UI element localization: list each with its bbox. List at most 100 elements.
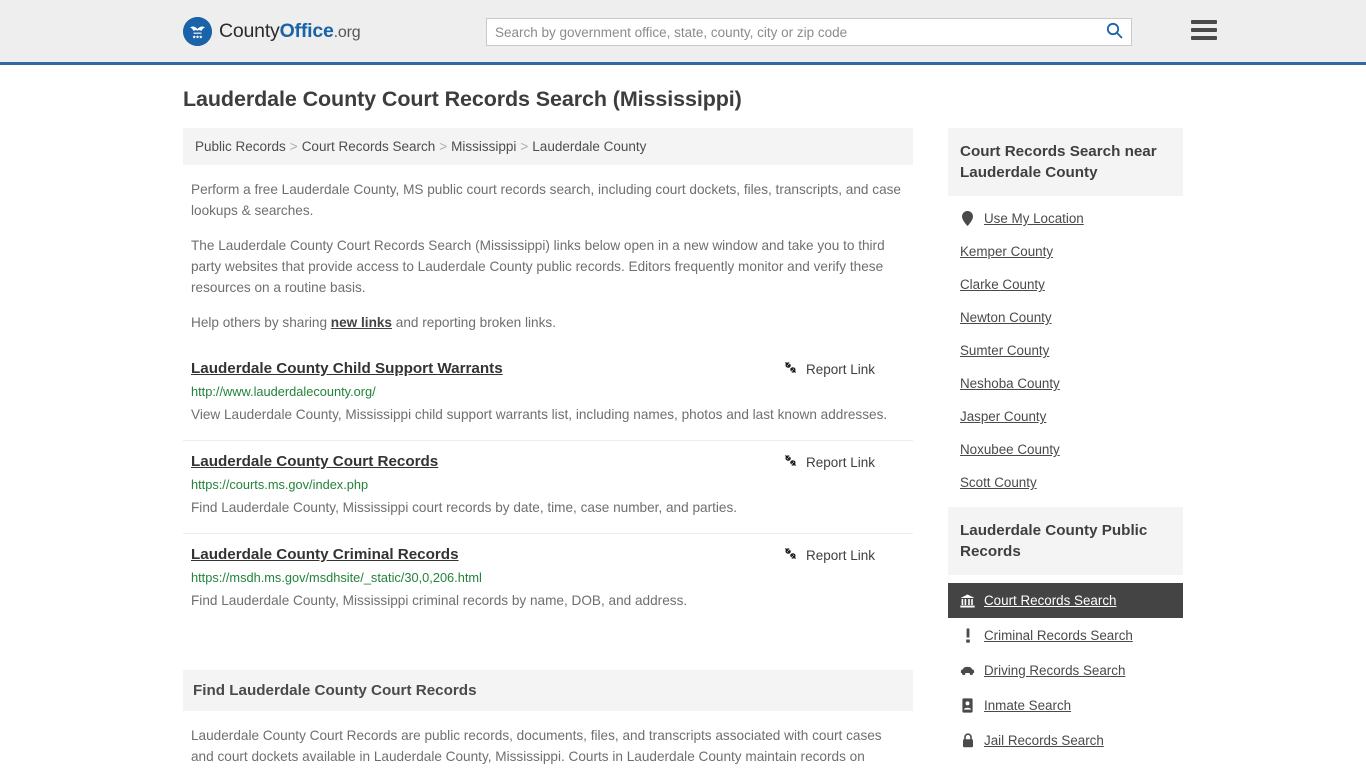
main-column: Public Records > Court Records Search > Miss…: [183, 128, 913, 768]
public-records-list: Court Records Search Criminal Records Se…: [948, 575, 1183, 758]
car-icon: [960, 665, 975, 676]
find-records-section: Find Lauderdale County Court Records Lau…: [183, 670, 913, 768]
result-item: Lauderdale County Child Support Warrants…: [183, 359, 913, 440]
result-header: Lauderdale County Criminal Records Repor…: [191, 545, 913, 565]
report-link-button[interactable]: Report Link: [783, 546, 913, 564]
breadcrumb-separator: >: [439, 139, 448, 154]
search-input[interactable]: [487, 19, 1097, 45]
breadcrumb-item-public-records[interactable]: Public Records: [195, 139, 286, 154]
sidebar-item-label[interactable]: Use My Location: [984, 211, 1084, 226]
intro-text: Perform a free Lauderdale County, MS pub…: [183, 179, 913, 333]
page-content: Lauderdale County Court Records Search (…: [183, 65, 1183, 768]
sidebar-item-sumter-county[interactable]: Sumter County: [948, 334, 1183, 367]
result-item: Lauderdale County Court Records Report L…: [183, 440, 913, 533]
exclamation-icon: [960, 628, 975, 643]
sidebar-item-label[interactable]: Court Records Search: [984, 593, 1116, 608]
search-icon: [1106, 22, 1123, 42]
broken-link-icon: [783, 453, 798, 471]
sidebar-item-clarke-county[interactable]: Clarke County: [948, 268, 1183, 301]
sidebar-item-jasper-county[interactable]: Jasper County: [948, 400, 1183, 433]
result-url: https://msdh.ms.gov/msdhsite/_static/30,…: [191, 570, 482, 585]
report-link-button[interactable]: Report Link: [783, 453, 913, 471]
site-logo[interactable]: CountyOffice.org: [183, 16, 361, 46]
sidebar-item-label[interactable]: Jail Records Search: [984, 733, 1104, 748]
result-url: http://www.lauderdalecounty.org/: [191, 384, 376, 399]
content-columns: Public Records > Court Records Search > Miss…: [183, 128, 1183, 768]
results-list: Lauderdale County Child Support Warrants…: [183, 359, 913, 626]
result-title-link[interactable]: Lauderdale County Criminal Records: [191, 545, 459, 565]
sidebar-item-criminal-records-search[interactable]: Criminal Records Search: [948, 618, 1183, 653]
sidebar-item-inmate-search[interactable]: Inmate Search: [948, 688, 1183, 723]
sidebar-item-label[interactable]: Scott County: [960, 475, 1037, 490]
hamburger-menu-icon[interactable]: [1191, 20, 1217, 40]
result-description: Find Lauderdale County, Mississippi cour…: [191, 500, 738, 515]
courthouse-icon: [960, 594, 975, 608]
broken-link-icon: [783, 360, 798, 378]
public-records-heading: Lauderdale County Public Records: [948, 507, 1183, 575]
result-header: Lauderdale County Court Records Report L…: [191, 452, 913, 472]
sidebar-item-label[interactable]: Jasper County: [960, 409, 1046, 424]
share-text-before: Help others by sharing: [191, 315, 331, 330]
breadcrumb: Public Records > Court Records Search > Miss…: [183, 128, 913, 165]
intro-paragraph-1: Perform a free Lauderdale County, MS pub…: [191, 182, 901, 218]
share-text-after: and reporting broken links.: [392, 315, 556, 330]
nearby-county-list: Use My Location Kemper County Clarke Cou…: [948, 196, 1183, 499]
sidebar-item-label[interactable]: Noxubee County: [960, 442, 1060, 457]
breadcrumb-separator: >: [289, 139, 298, 154]
nearby-search-card: Court Records Search near Lauderdale Cou…: [948, 128, 1183, 499]
public-records-card: Lauderdale County Public Records Court R…: [948, 507, 1183, 758]
sidebar-item-label[interactable]: Kemper County: [960, 244, 1053, 259]
sidebar-item-use-my-location[interactable]: Use My Location: [948, 202, 1183, 235]
sidebar-item-scott-county[interactable]: Scott County: [948, 466, 1183, 499]
logo-wordmark: CountyOffice.org: [219, 19, 361, 43]
sidebar-item-newton-county[interactable]: Newton County: [948, 301, 1183, 334]
logo-text-office: Office: [279, 19, 334, 42]
breadcrumb-item-mississippi[interactable]: Mississippi: [451, 139, 516, 154]
sidebar-item-label[interactable]: Sumter County: [960, 343, 1049, 358]
lock-icon: [960, 733, 975, 748]
section-heading: Find Lauderdale County Court Records: [183, 670, 913, 711]
nearby-card-heading: Court Records Search near Lauderdale Cou…: [948, 128, 1183, 196]
sidebar-item-kemper-county[interactable]: Kemper County: [948, 235, 1183, 268]
sidebar-item-label[interactable]: Newton County: [960, 310, 1052, 325]
result-header: Lauderdale County Child Support Warrants…: [191, 359, 913, 379]
new-links-link[interactable]: new links: [331, 315, 392, 330]
result-title-link[interactable]: Lauderdale County Child Support Warrants: [191, 359, 503, 379]
report-link-button[interactable]: Report Link: [783, 360, 913, 378]
section-body-text: Lauderdale County Court Records are publ…: [191, 728, 882, 764]
breadcrumb-item-court-records-search[interactable]: Court Records Search: [302, 139, 436, 154]
page-title: Lauderdale County Court Records Search (…: [183, 87, 742, 111]
intro-paragraph-2: The Lauderdale County Court Records Sear…: [191, 238, 885, 295]
logo-text-county: County: [219, 19, 280, 42]
sidebar-item-jail-records-search[interactable]: Jail Records Search: [948, 723, 1183, 758]
sidebar-item-label[interactable]: Driving Records Search: [984, 663, 1125, 678]
sidebar-item-label[interactable]: Inmate Search: [984, 698, 1071, 713]
sidebar-item-label[interactable]: Criminal Records Search: [984, 628, 1133, 643]
logo-text-org: .org: [333, 23, 361, 41]
report-link-label: Report Link: [805, 547, 875, 563]
map-pin-icon: [960, 211, 975, 226]
id-badge-icon: [960, 698, 975, 713]
sidebar-item-driving-records-search[interactable]: Driving Records Search: [948, 653, 1183, 688]
breadcrumb-separator: >: [520, 139, 529, 154]
site-header: CountyOffice.org: [0, 0, 1366, 65]
result-title-link[interactable]: Lauderdale County Court Records: [191, 452, 438, 472]
search-bar[interactable]: [486, 18, 1132, 46]
header-inner: CountyOffice.org: [183, 0, 1217, 62]
report-link-label: Report Link: [805, 454, 875, 470]
breadcrumb-item-lauderdale-county[interactable]: Lauderdale County: [532, 139, 646, 154]
sidebar-item-label[interactable]: Neshoba County: [960, 376, 1060, 391]
sidebar-item-noxubee-county[interactable]: Noxubee County: [948, 433, 1183, 466]
report-link-label: Report Link: [805, 361, 875, 377]
eagle-seal-icon: [183, 16, 212, 46]
search-button[interactable]: [1097, 19, 1131, 45]
result-description: Find Lauderdale County, Mississippi crim…: [191, 593, 688, 608]
sidebar-item-neshoba-county[interactable]: Neshoba County: [948, 367, 1183, 400]
result-item: Lauderdale County Criminal Records Repor…: [183, 533, 913, 626]
sidebar-item-label[interactable]: Clarke County: [960, 277, 1045, 292]
sidebar-item-court-records-search[interactable]: Court Records Search: [948, 583, 1183, 618]
broken-link-icon: [783, 546, 798, 564]
intro-paragraph-3: Help others by sharing new links and rep…: [191, 312, 901, 333]
result-description: View Lauderdale County, Mississippi chil…: [191, 407, 888, 422]
result-url: https://courts.ms.gov/index.php: [191, 477, 369, 492]
